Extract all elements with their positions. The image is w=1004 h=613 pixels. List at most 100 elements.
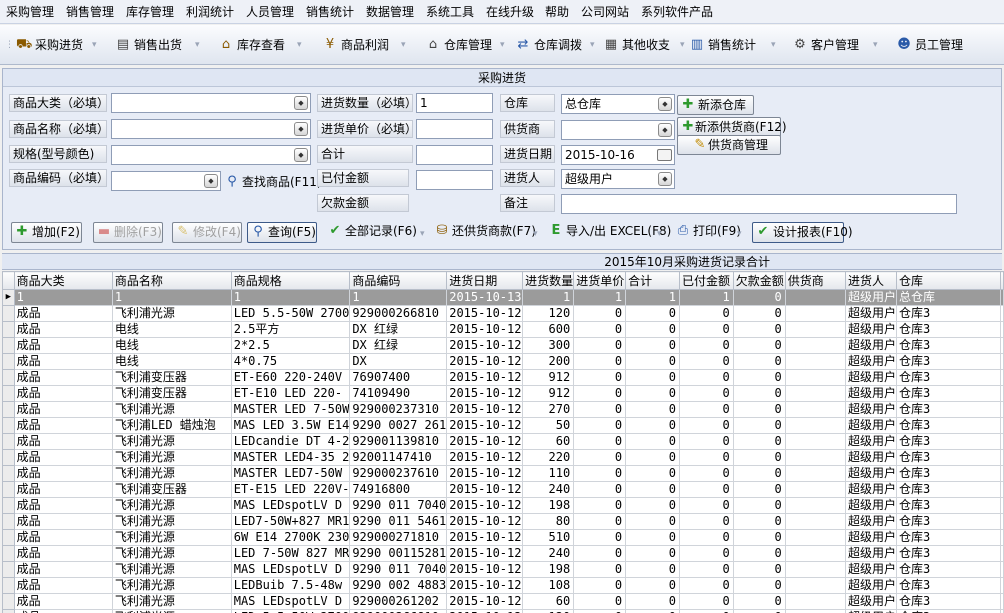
- menu-sales-stats[interactable]: 销售统计: [306, 4, 354, 22]
- table-cell[interactable]: 0: [573, 481, 627, 498]
- table-cell[interactable]: 0: [625, 577, 680, 594]
- table-cell[interactable]: 仓库3: [896, 433, 1001, 450]
- chevron-down-icon[interactable]: ◆: [204, 174, 218, 188]
- add-button[interactable]: ✚ 增加(F2): [11, 222, 82, 243]
- table-cell[interactable]: 929000237610: [349, 465, 448, 482]
- table-cell[interactable]: 2015-10-12: [446, 513, 524, 530]
- table-cell[interactable]: 成品: [13, 353, 113, 370]
- table-cell[interactable]: 超级用户: [845, 481, 898, 498]
- table-cell[interactable]: 飞利浦光源: [111, 529, 232, 546]
- table-cell[interactable]: 0: [679, 513, 734, 530]
- row-indicator[interactable]: [2, 401, 15, 418]
- table-cell[interactable]: 飞利浦光源: [111, 609, 232, 613]
- table-row[interactable]: 成品 飞利浦光源 LED 7-50W 827 MR 9290 00115281 2015…: [2, 545, 1004, 562]
- table-cell[interactable]: 飞利浦光源: [111, 401, 232, 418]
- table-cell[interactable]: 超级用户: [845, 417, 898, 434]
- table-cell[interactable]: 270: [522, 401, 575, 418]
- table-cell[interactable]: MAS LEDspotLV D: [230, 593, 351, 610]
- menu-website[interactable]: 公司网站: [581, 4, 629, 22]
- table-cell[interactable]: 成品: [13, 481, 113, 498]
- table-cell[interactable]: MASTER LED 7-50W: [230, 401, 351, 418]
- table-cell[interactable]: 电线: [111, 321, 232, 338]
- table-cell[interactable]: 0: [625, 529, 680, 546]
- table-cell[interactable]: 0: [732, 385, 786, 402]
- table-cell[interactable]: 0: [625, 433, 680, 450]
- row-indicator[interactable]: [2, 321, 15, 338]
- table-cell[interactable]: 成品: [13, 369, 113, 386]
- table-cell[interactable]: 0: [573, 513, 627, 530]
- table-cell[interactable]: 2015-10-12: [446, 305, 524, 322]
- table-cell[interactable]: ET-E60 220-240V: [230, 369, 351, 386]
- table-cell[interactable]: 50: [522, 417, 575, 434]
- table-cell[interactable]: 9290 0027 261: [349, 417, 448, 434]
- table-cell[interactable]: 成品: [13, 401, 113, 418]
- table-cell[interactable]: 超级用户: [845, 593, 898, 610]
- table-cell[interactable]: 0: [573, 353, 627, 370]
- table-cell[interactable]: 0: [573, 401, 627, 418]
- table-cell[interactable]: [784, 609, 847, 613]
- table-cell[interactable]: 2015-10-13: [446, 289, 524, 306]
- table-row[interactable]: 成品 电线 2*2.5 DX 红绿 2015-10-12 300 0 0 0 0 超级用户 仓库3: [2, 337, 1004, 354]
- table-cell[interactable]: 0: [625, 465, 680, 482]
- table-cell[interactable]: 成品: [13, 497, 113, 514]
- table-row[interactable]: 成品 飞利浦光源 LEDcandie DT 4-2 929001139810 2015-…: [2, 433, 1004, 450]
- column-header[interactable]: 商品大类: [13, 271, 113, 290]
- column-header[interactable]: 进货日期: [446, 271, 524, 290]
- table-cell[interactable]: 929000271810: [349, 529, 448, 546]
- table-cell[interactable]: 成品: [13, 609, 113, 613]
- table-cell[interactable]: 0: [732, 321, 786, 338]
- toolbar-transfer-button[interactable]: ⇄ 仓库调拨: [513, 34, 582, 56]
- table-cell[interactable]: 成品: [13, 593, 113, 610]
- table-cell[interactable]: LED 7-50W 827 MR: [230, 545, 351, 562]
- table-cell[interactable]: 2015-10-12: [446, 497, 524, 514]
- table-cell[interactable]: 198: [522, 497, 575, 514]
- repay-supplier-button[interactable]: ⛁ 还供货商款(F7): [432, 222, 536, 243]
- table-cell[interactable]: 2015-10-12: [446, 385, 524, 402]
- buyer-select[interactable]: 超级用户 ◆: [561, 169, 675, 189]
- table-cell[interactable]: 2015-10-12: [446, 465, 524, 482]
- table-cell[interactable]: 240: [522, 545, 575, 562]
- table-cell[interactable]: 0: [732, 369, 786, 386]
- table-cell[interactable]: 飞利浦光源: [111, 465, 232, 482]
- table-row[interactable]: 成品 飞利浦变压器 ET-E15 LED 220V- 74916800 2015-10-…: [2, 481, 1004, 498]
- column-header[interactable]: 供货商: [784, 271, 847, 290]
- table-cell[interactable]: 1: [111, 289, 232, 306]
- code-select[interactable]: ◆: [111, 171, 221, 191]
- table-cell[interactable]: MAS LEDspotLV D: [230, 497, 351, 514]
- table-cell[interactable]: 1: [13, 289, 113, 306]
- table-cell[interactable]: 2015-10-12: [446, 353, 524, 370]
- table-cell[interactable]: 成品: [13, 417, 113, 434]
- table-cell[interactable]: 总仓库: [896, 289, 1001, 306]
- menu-inventory[interactable]: 库存管理: [126, 4, 174, 22]
- table-cell[interactable]: 0: [732, 561, 786, 578]
- column-header[interactable]: 进货单价: [573, 271, 627, 290]
- table-cell[interactable]: 2015-10-12: [446, 401, 524, 418]
- table-cell[interactable]: 0: [625, 449, 680, 466]
- table-cell[interactable]: 0: [573, 465, 627, 482]
- table-row[interactable]: 成品 飞利浦光源 MAS LEDspotLV D 9290 011 7040 2015-…: [2, 561, 1004, 578]
- table-cell[interactable]: 仓库3: [896, 529, 1001, 546]
- table-cell[interactable]: [784, 481, 847, 498]
- table-cell[interactable]: 超级用户: [845, 433, 898, 450]
- column-header[interactable]: 已付金额: [679, 271, 734, 290]
- table-cell[interactable]: 2015-10-12: [446, 337, 524, 354]
- table-cell[interactable]: 飞利浦光源: [111, 593, 232, 610]
- table-cell[interactable]: [784, 449, 847, 466]
- column-header[interactable]: 仓库: [896, 271, 1001, 290]
- new-supplier-button[interactable]: ✚ 新添供货商(F12): [677, 117, 787, 137]
- table-cell[interactable]: 0: [679, 433, 734, 450]
- row-indicator[interactable]: [2, 529, 15, 546]
- table-cell[interactable]: [784, 593, 847, 610]
- table-cell[interactable]: 仓库3: [896, 609, 1001, 613]
- table-cell[interactable]: 0: [625, 353, 680, 370]
- table-cell[interactable]: 510: [522, 529, 575, 546]
- paid-input[interactable]: [416, 170, 493, 190]
- table-cell[interactable]: [784, 369, 847, 386]
- row-indicator[interactable]: [2, 609, 15, 613]
- table-cell[interactable]: 1: [230, 289, 351, 306]
- table-cell[interactable]: 0: [732, 417, 786, 434]
- table-cell[interactable]: 1: [573, 289, 627, 306]
- table-cell[interactable]: 2015-10-12: [446, 561, 524, 578]
- table-cell[interactable]: 0: [679, 577, 734, 594]
- row-indicator[interactable]: [2, 513, 15, 530]
